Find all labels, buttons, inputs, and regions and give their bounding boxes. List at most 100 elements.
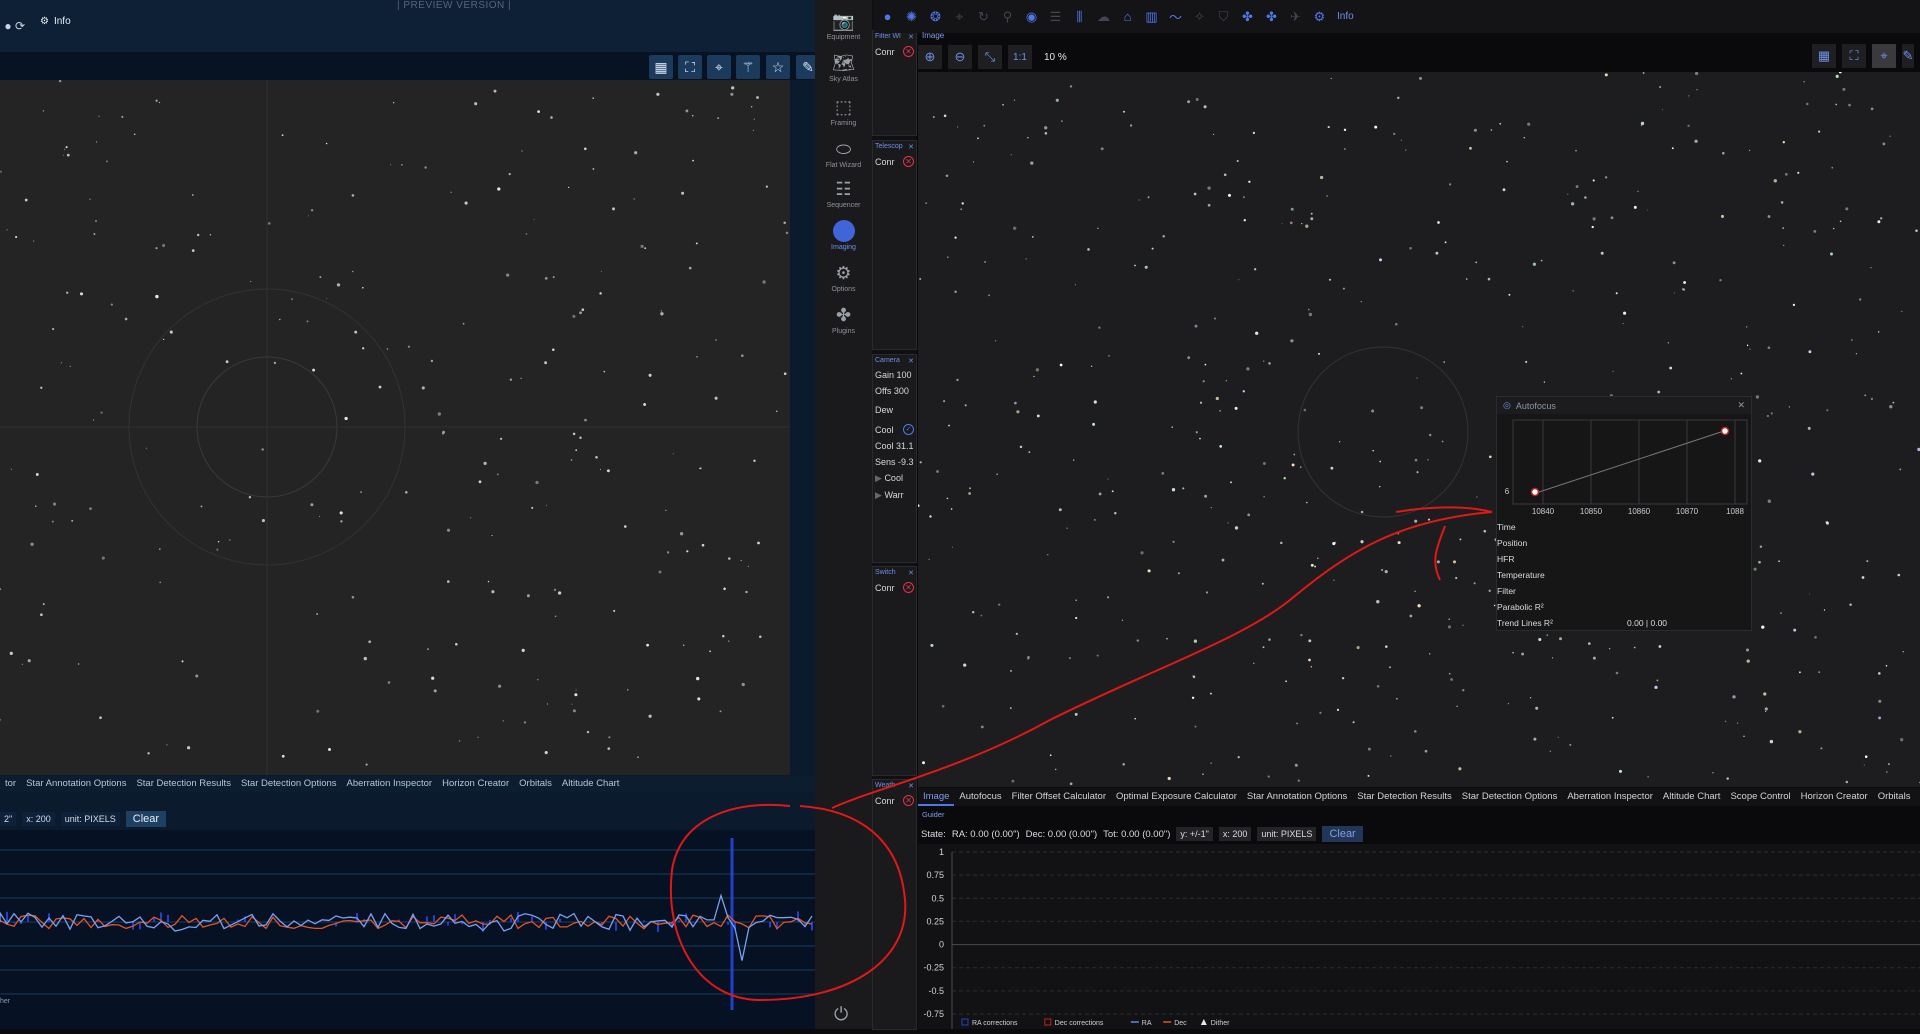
magic-wand-icon[interactable]: ⚚ <box>736 55 760 79</box>
left-x-select[interactable]: x: 200 <box>22 812 55 826</box>
target-icon[interactable]: ◉ <box>1023 8 1040 25</box>
chevron-right-icon[interactable]: ▶ <box>875 490 882 500</box>
cool-toggle-label[interactable]: Cool <box>884 473 903 483</box>
star <box>250 280 252 283</box>
grid-icon[interactable]: ▦ <box>1812 44 1836 68</box>
connect-icon[interactable]: ⟳ <box>12 18 28 34</box>
nav-item-flat-wizard[interactable]: ⬭ Flat Wizard <box>815 138 872 170</box>
gear-icon[interactable]: ⚙ <box>1311 8 1328 25</box>
sliders-icon[interactable]: ⫼ <box>1071 8 1088 25</box>
cooler-on-icon[interactable]: ✓ <box>903 424 914 435</box>
nav-item-framing[interactable]: ⬚ Framing <box>815 96 872 128</box>
zoom-out-icon[interactable]: ⊖ <box>948 45 972 69</box>
crosshair-icon[interactable]: ⌖ <box>1872 44 1896 68</box>
crosshair-icon[interactable]: ⌖ <box>707 55 731 79</box>
focuser-icon[interactable]: ❂ <box>927 8 944 25</box>
star <box>191 194 194 196</box>
crop-icon[interactable]: ⛶ <box>678 55 702 79</box>
refresh-icon[interactable]: ↻ <box>975 8 992 25</box>
close-icon[interactable]: ✕ <box>908 33 914 41</box>
tab-star-annotation-options[interactable]: Star Annotation Options <box>1242 788 1352 806</box>
left-graph-controls: 2" x: 200 unit: PIXELS Clear <box>0 810 167 828</box>
close-icon[interactable]: ✕ <box>908 782 914 790</box>
disconnected-icon[interactable]: ✕ <box>903 795 914 806</box>
puzzle-icon[interactable]: ✤ <box>1239 8 1256 25</box>
guider-clear-button[interactable]: Clear <box>1322 826 1363 842</box>
camera-icon[interactable]: ● <box>879 8 896 25</box>
nav-item-sky-atlas[interactable]: 🗺 Sky Atlas <box>815 52 872 84</box>
left-tab[interactable]: Orbitals <box>514 776 557 792</box>
star <box>1720 214 1725 218</box>
star <box>1546 634 1549 637</box>
nav-item-sequencer[interactable]: ☷ Sequencer <box>815 178 872 210</box>
left-y-select[interactable]: 2" <box>0 812 17 826</box>
left-clear-button[interactable]: Clear <box>125 811 167 827</box>
grid-icon[interactable]: ▦ <box>649 55 673 79</box>
star <box>30 542 34 546</box>
left-info-button[interactable]: ⚙ Info <box>40 16 71 27</box>
zoom-one-to-one-button[interactable]: 1:1 <box>1008 45 1032 69</box>
close-icon[interactable]: ✕ <box>908 357 914 365</box>
disconnected-icon[interactable]: ✕ <box>903 156 914 167</box>
left-tab[interactable]: Altitude Chart <box>557 776 625 792</box>
tab-horizon-creator[interactable]: Horizon Creator <box>1796 788 1873 806</box>
tab-aberration-inspector[interactable]: Aberration Inspector <box>1562 788 1658 806</box>
tab-star-detection-options[interactable]: Star Detection Options <box>1457 788 1563 806</box>
tab-image[interactable]: Image <box>918 788 955 806</box>
shield-icon[interactable]: ⛉ <box>1215 8 1232 25</box>
left-tab[interactable]: Horizon Creator <box>437 776 514 792</box>
bulb-icon[interactable]: ✧ <box>1191 8 1208 25</box>
left-tab[interactable]: Aberration Inspector <box>342 776 438 792</box>
tab-scope-control[interactable]: Scope Control <box>1725 788 1795 806</box>
left-scrollbar[interactable] <box>790 80 815 775</box>
disconnected-icon[interactable]: ✕ <box>903 582 914 593</box>
info-button[interactable]: Info <box>1337 11 1354 22</box>
star <box>740 354 744 358</box>
left-unit-select[interactable]: unit: PIXELS <box>60 812 120 826</box>
star <box>1444 241 1447 244</box>
filter-wheel-icon[interactable]: ✺ <box>903 8 920 25</box>
guider-unit-select[interactable]: unit: PIXELS <box>1257 827 1317 841</box>
puzzle-icon[interactable]: ✤ <box>1263 8 1280 25</box>
close-icon[interactable]: ✕ <box>908 143 914 151</box>
left-tab[interactable]: Star Detection Results <box>131 776 236 792</box>
nav-item-imaging[interactable]: Imaging <box>815 220 872 251</box>
nav-item-plugins[interactable]: ✤ Plugins <box>815 304 872 336</box>
satellite-icon[interactable]: ✈ <box>1287 8 1304 25</box>
chevron-right-icon[interactable]: ▶ <box>875 473 882 483</box>
rotator-icon[interactable]: ⌖ <box>951 8 968 25</box>
nav-item-options[interactable]: ⚙ Options <box>815 262 872 294</box>
left-tab[interactable]: tor <box>0 776 21 792</box>
power-icon[interactable]: ⏻ <box>834 1004 848 1025</box>
tab-orbitals[interactable]: Orbitals <box>1873 788 1916 806</box>
star <box>378 385 382 389</box>
tab-autofocus[interactable]: Autofocus <box>954 788 1006 806</box>
guider-y-select[interactable]: y: +/-1" <box>1176 827 1213 841</box>
telescope-icon[interactable]: ⚲ <box>999 8 1016 25</box>
star <box>1308 639 1312 643</box>
close-icon[interactable]: ✕ <box>908 569 914 577</box>
tab-filter-offset-calculator[interactable]: Filter Offset Calculator <box>1007 788 1111 806</box>
pen-icon[interactable]: ✎ <box>796 55 815 79</box>
warm-toggle-label[interactable]: Warr <box>884 490 903 500</box>
trend-icon[interactable]: 〜 <box>1167 8 1184 25</box>
tab-star-detection-results[interactable]: Star Detection Results <box>1352 788 1457 806</box>
disconnected-icon[interactable]: ✕ <box>903 46 914 57</box>
nav-item-equipment[interactable]: 📷 Equipment <box>815 10 872 42</box>
chart-icon[interactable]: ▥ <box>1143 8 1160 25</box>
star <box>21 663 24 665</box>
zoom-in-icon[interactable]: ⊕ <box>918 45 942 69</box>
pen-icon[interactable]: ✎ <box>1902 44 1914 68</box>
tab-altitude-chart[interactable]: Altitude Chart <box>1658 788 1726 806</box>
list-icon[interactable]: ☰ <box>1047 8 1064 25</box>
left-tab[interactable]: Star Annotation Options <box>21 776 131 792</box>
star-icon[interactable]: ☆ <box>766 55 790 79</box>
tab-optimal-exposure-calculator[interactable]: Optimal Exposure Calculator <box>1111 788 1242 806</box>
cloud-icon[interactable]: ☁ <box>1095 8 1112 25</box>
guider-x-select[interactable]: x: 200 <box>1218 827 1252 841</box>
fit-diagonal-icon[interactable]: ⤡ <box>978 45 1002 69</box>
left-tab[interactable]: Star Detection Options <box>236 776 342 792</box>
close-icon[interactable]: ✕ <box>1737 400 1745 411</box>
dome-icon[interactable]: ⌂ <box>1119 8 1136 25</box>
crop-icon[interactable]: ⛶ <box>1842 44 1866 68</box>
